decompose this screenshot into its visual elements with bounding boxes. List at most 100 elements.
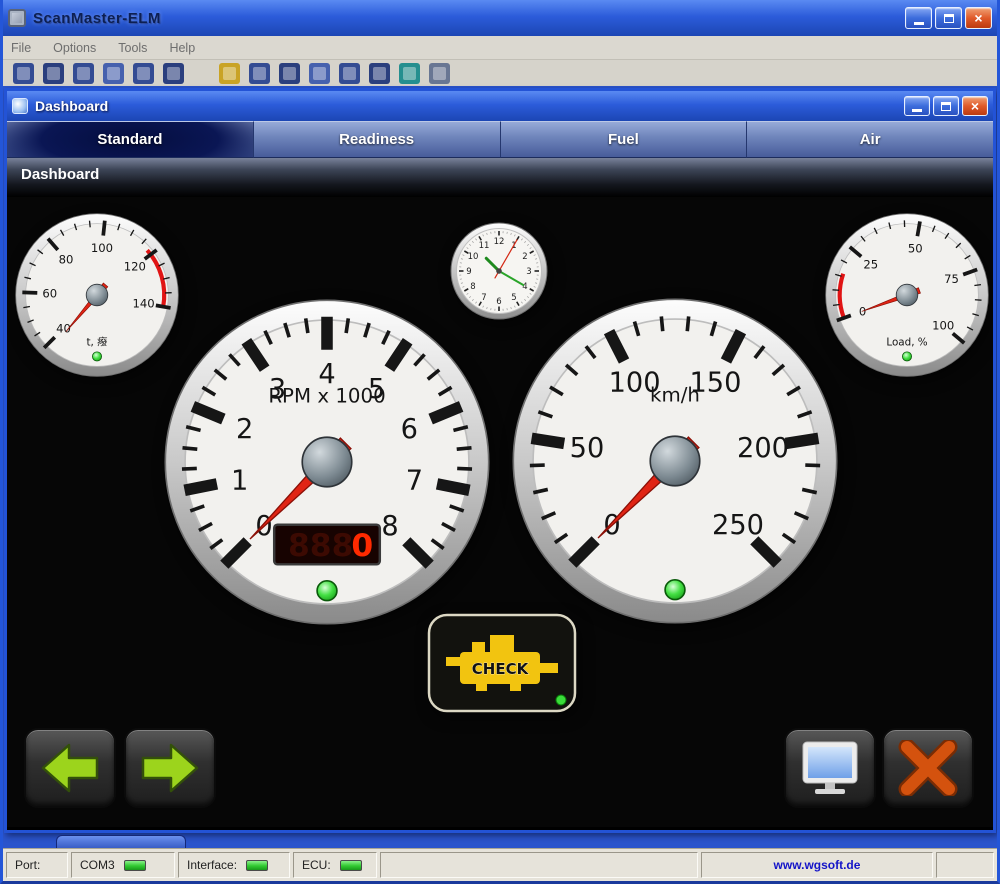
menu-file[interactable]: File: [11, 41, 31, 55]
maximize-icon: [941, 102, 951, 111]
svg-text:888: 888: [288, 528, 353, 564]
svg-text:2: 2: [522, 252, 527, 262]
svg-text:50: 50: [908, 242, 923, 256]
next-button[interactable]: [124, 728, 216, 808]
dashboard-window-title: Dashboard: [35, 98, 108, 114]
port-value-panel: COM3: [71, 852, 175, 878]
toolbar-icon-1[interactable]: [13, 63, 34, 84]
toolbar-icon-4[interactable]: [103, 63, 124, 84]
port-value: COM3: [80, 858, 115, 872]
svg-text:8: 8: [470, 282, 475, 292]
toolbar-icon-6[interactable]: [163, 63, 184, 84]
monitor-view-button[interactable]: [784, 728, 876, 808]
interface-label: Interface:: [187, 858, 237, 872]
svg-text:12: 12: [494, 237, 505, 247]
toolbar-icon-12[interactable]: [369, 63, 390, 84]
arrow-left-icon: [39, 742, 101, 794]
speed-gauge: 050100150200250km/h: [510, 296, 840, 626]
main-window-title: ScanMaster-ELM: [33, 10, 161, 27]
svg-text:6: 6: [496, 297, 501, 307]
menu-tools[interactable]: Tools: [118, 41, 147, 55]
website-link[interactable]: www.wgsoft.de: [701, 852, 933, 878]
menu-options[interactable]: Options: [53, 41, 96, 55]
dashboard-tabs: Standard Readiness Fuel Air: [7, 121, 993, 158]
svg-text:9: 9: [466, 267, 471, 277]
svg-text:2: 2: [236, 414, 253, 445]
svg-text:1: 1: [231, 465, 248, 496]
previous-button[interactable]: [24, 728, 116, 808]
rpm-gauge: 012345678RPM x 10008880: [162, 297, 492, 627]
main-minimize-button[interactable]: [905, 7, 932, 29]
check-engine-indicator: CHECK: [426, 612, 578, 714]
toolbar-icon-5[interactable]: [133, 63, 154, 84]
monitor-icon: [800, 739, 860, 797]
interface-status-led-icon: [246, 860, 268, 871]
svg-text:120: 120: [124, 260, 146, 274]
svg-text:4: 4: [522, 282, 527, 292]
toolbar-icon-13[interactable]: [399, 63, 420, 84]
port-label-panel: Port:: [6, 852, 68, 878]
tab-readiness[interactable]: Readiness: [254, 121, 501, 158]
svg-text:7: 7: [406, 465, 423, 496]
minimize-icon: [914, 22, 924, 25]
scanmaster-main-window: ScanMaster-ELM × File Options Tools Help…: [0, 0, 1000, 884]
svg-text:25: 25: [863, 258, 878, 272]
status-end-panel: [936, 852, 994, 878]
toolbar-icon-11[interactable]: [339, 63, 360, 84]
svg-text:50: 50: [570, 433, 605, 464]
toolbar-icon-14[interactable]: [429, 63, 450, 84]
svg-text:km/h: km/h: [650, 384, 700, 407]
dashboard-minimize-button[interactable]: [904, 96, 930, 116]
toolbar-icon-7[interactable]: [219, 63, 240, 84]
red-x-icon: [898, 740, 958, 796]
tab-standard[interactable]: Standard: [7, 121, 254, 158]
page-title: Dashboard: [7, 158, 993, 197]
port-label: Port:: [15, 858, 40, 872]
status-spacer-panel: [380, 852, 698, 878]
svg-text:60: 60: [42, 286, 57, 300]
toolbar-icon-2[interactable]: [43, 63, 64, 84]
svg-text:3: 3: [526, 267, 531, 277]
svg-text:Load, %: Load, %: [886, 337, 927, 349]
toolbar-icon-3[interactable]: [73, 63, 94, 84]
close-dashboard-button[interactable]: [882, 728, 974, 808]
ecu-panel: ECU:: [293, 852, 377, 878]
dashboard-maximize-button[interactable]: [933, 96, 959, 116]
close-icon: ×: [974, 11, 982, 25]
dashboard-window: Dashboard × Standard Readiness Fuel Air …: [4, 88, 996, 833]
svg-text:100: 100: [932, 319, 954, 333]
dashboard-titlebar[interactable]: Dashboard ×: [7, 91, 993, 121]
svg-text:0: 0: [351, 528, 373, 564]
engine-load-gauge: 0255075100Load, %: [824, 212, 990, 378]
svg-text:75: 75: [944, 272, 959, 286]
svg-text:140: 140: [133, 296, 155, 310]
port-status-led-icon: [124, 860, 146, 871]
toolbar-icon-8[interactable]: [249, 63, 270, 84]
close-icon: ×: [971, 99, 979, 113]
tab-fuel[interactable]: Fuel: [501, 121, 748, 158]
svg-text:250: 250: [712, 510, 764, 541]
minimize-icon: [912, 109, 922, 112]
svg-text:10: 10: [468, 252, 479, 262]
svg-text:11: 11: [479, 241, 490, 251]
svg-text:6: 6: [401, 414, 418, 445]
main-titlebar[interactable]: ScanMaster-ELM ×: [0, 0, 1000, 36]
svg-text:CHECK: CHECK: [472, 660, 530, 678]
svg-text:8: 8: [381, 511, 398, 542]
dashboard-close-button[interactable]: ×: [962, 96, 988, 116]
main-close-button[interactable]: ×: [965, 7, 992, 29]
svg-text:t, 癈: t, 癈: [86, 336, 108, 349]
menubar: File Options Tools Help: [3, 36, 997, 60]
statusbar: Port: COM3 Interface: ECU: www.wgsoft.de: [3, 848, 997, 881]
main-maximize-button[interactable]: [935, 7, 962, 29]
interface-panel: Interface:: [178, 852, 290, 878]
ecu-status-led-icon: [340, 860, 362, 871]
dashboard-window-icon: [12, 98, 28, 114]
svg-text:200: 200: [737, 433, 789, 464]
svg-text:100: 100: [91, 241, 113, 255]
toolbar-icon-10[interactable]: [309, 63, 330, 84]
tab-air[interactable]: Air: [747, 121, 993, 158]
menu-help[interactable]: Help: [169, 41, 195, 55]
ecu-label: ECU:: [302, 858, 331, 872]
toolbar-icon-9[interactable]: [279, 63, 300, 84]
